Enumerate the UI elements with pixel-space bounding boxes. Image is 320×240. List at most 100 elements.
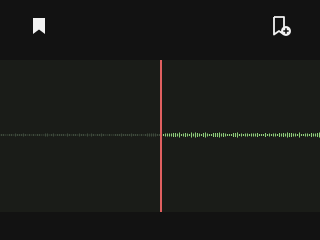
waveform-bar: [203, 133, 204, 137]
waveform-bar: [107, 134, 108, 136]
waveform-bar: [281, 133, 282, 137]
waveform-bar: [3, 134, 4, 136]
waveform-bar: [199, 133, 200, 137]
waveform-bar: [67, 133, 68, 137]
waveform-bar: [259, 134, 260, 136]
waveform-bar: [29, 134, 30, 136]
waveform-bar: [227, 134, 228, 136]
waveform-bar: [197, 133, 198, 137]
waveform-bar: [7, 134, 8, 136]
waveform-bar: [173, 133, 174, 137]
waveform-bar: [145, 134, 146, 136]
waveform-bar: [143, 134, 144, 136]
waveform-bar: [303, 134, 304, 136]
waveform-bar: [181, 134, 182, 136]
waveform-bar: [51, 134, 52, 136]
waveform-bar: [155, 133, 156, 137]
waveform-bar: [115, 134, 116, 136]
waveform-bar: [279, 133, 280, 137]
waveform-bar: [35, 134, 36, 136]
waveform-bar: [19, 134, 20, 136]
waveform-bar: [257, 133, 258, 137]
waveform-bar: [71, 134, 72, 136]
add-bookmark-button[interactable]: [268, 12, 296, 40]
waveform-bar: [315, 133, 316, 137]
waveform-bar: [185, 133, 186, 137]
waveform-bar: [205, 132, 206, 138]
waveform-bar: [285, 133, 286, 137]
waveform-bar: [275, 133, 276, 137]
waveform-bar: [85, 134, 86, 136]
waveform-bar: [169, 133, 170, 137]
waveform-bar: [209, 134, 210, 136]
waveform-bar: [41, 134, 42, 136]
waveform-bar: [217, 133, 218, 137]
waveform-bar: [167, 133, 168, 137]
waveform-bar: [91, 133, 92, 137]
waveform-bar: [53, 133, 54, 137]
waveform-bar: [179, 132, 180, 138]
waveform-bar: [23, 133, 24, 137]
waveform-bar: [93, 134, 94, 136]
waveform-bar: [75, 134, 76, 136]
waveform-bar: [149, 133, 150, 137]
waveform-bar: [189, 134, 190, 136]
waveform-bar: [131, 133, 132, 137]
waveform-bar: [17, 134, 18, 136]
add-bookmark-icon: [273, 16, 291, 36]
waveform-bar: [27, 134, 28, 136]
waveform-bar: [201, 134, 202, 136]
waveform-bar: [111, 134, 112, 136]
waveform-bar: [11, 134, 12, 136]
waveform-bar: [175, 133, 176, 137]
waveform-bar: [305, 133, 306, 137]
waveform-bar: [283, 133, 284, 137]
waveform-bar: [61, 134, 62, 136]
waveform-bar: [99, 134, 100, 136]
waveform-bar: [237, 132, 238, 138]
waveform-bar: [135, 134, 136, 136]
bottom-bar: [0, 212, 320, 240]
waveform-bar: [295, 133, 296, 137]
waveform-bar: [9, 134, 10, 136]
waveform-bar: [317, 133, 318, 137]
waveform-view[interactable]: [0, 60, 320, 212]
waveform-bar: [267, 134, 268, 136]
waveform-bar: [273, 133, 274, 137]
waveform-bar: [125, 134, 126, 136]
waveform-bar: [187, 133, 188, 137]
waveform-bar: [83, 134, 84, 136]
waveform-bar: [207, 133, 208, 137]
waveform-bar: [133, 134, 134, 136]
waveform-bar: [245, 133, 246, 137]
bookmark-button[interactable]: [25, 12, 53, 40]
waveform-bar: [129, 134, 130, 136]
waveform-bar: [123, 134, 124, 136]
waveform-bar: [297, 134, 298, 136]
waveform-bar: [147, 133, 148, 137]
waveform-bar: [165, 133, 166, 137]
waveform-bar: [65, 134, 66, 136]
waveform-bar: [13, 134, 14, 136]
waveform-bar: [119, 134, 120, 136]
waveform-bar: [109, 134, 110, 136]
playhead[interactable]: [160, 60, 162, 212]
waveform-bar: [299, 132, 300, 138]
waveform-bar: [277, 134, 278, 136]
waveform-bar: [225, 133, 226, 137]
waveform-bar: [265, 133, 266, 137]
waveform-bar: [77, 134, 78, 136]
bookmark-icon: [33, 18, 45, 34]
waveform-bar: [291, 133, 292, 137]
waveform-bar: [177, 133, 178, 137]
waveform-bar: [121, 133, 122, 137]
waveform-bar: [309, 134, 310, 136]
waveform-bar: [289, 133, 290, 137]
waveform-bar: [301, 134, 302, 136]
waveform-bar: [127, 134, 128, 136]
waveform-bar: [117, 134, 118, 136]
waveform-bar: [231, 134, 232, 136]
waveform-bar: [239, 134, 240, 136]
waveform-bar: [251, 133, 252, 137]
waveform-bar: [221, 133, 222, 137]
